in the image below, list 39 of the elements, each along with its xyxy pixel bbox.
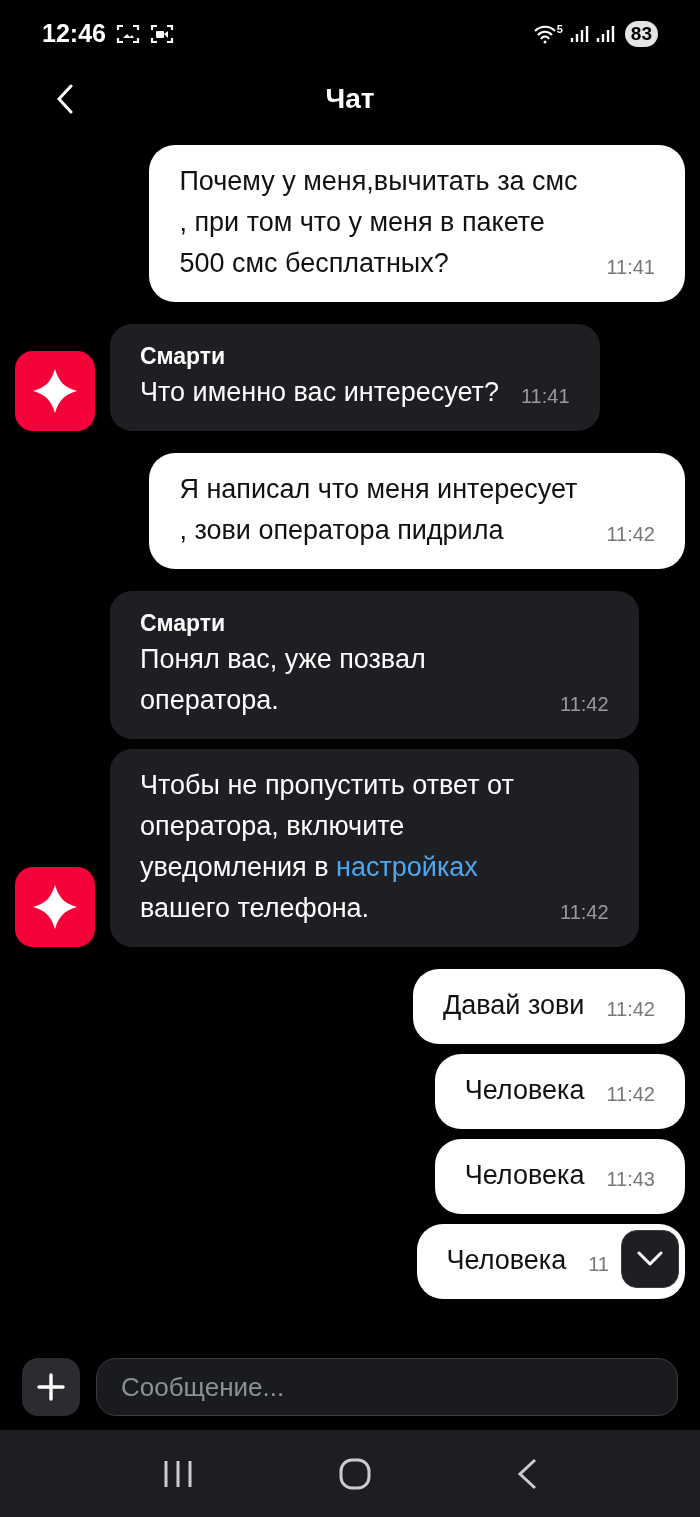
message-time: 11	[588, 1252, 609, 1277]
screen-record-icon	[149, 22, 174, 45]
page-title: Чат	[325, 82, 375, 116]
home-icon[interactable]	[338, 1456, 372, 1491]
clock: 12:46	[42, 17, 106, 49]
message-text: Давай зови	[442, 989, 585, 1022]
message-time: 11:41	[606, 255, 655, 280]
back-icon[interactable]	[516, 1457, 538, 1490]
wifi-icon	[532, 23, 557, 44]
chevron-down-icon	[637, 1251, 663, 1267]
message-text: Что именно вас интересует?	[140, 376, 499, 409]
screenshot-icon	[115, 22, 140, 45]
plus-icon	[37, 1373, 65, 1401]
network-label: 5	[556, 23, 563, 35]
message-time: 11:42	[606, 522, 655, 547]
signal-icon	[594, 23, 615, 44]
message-text: Чтобы не пропустить ответ от оператора, включите уведомления в настройках вашего телефона.	[140, 769, 515, 925]
settings-link[interactable]: настройках	[336, 852, 478, 882]
signal-icon	[568, 23, 589, 44]
back-icon	[57, 84, 73, 114]
sender-name: Смарти	[140, 609, 227, 638]
message-text: Почему у меня,вычитать за смс , при том что у меня в пакете 500 смс бесплатных?	[179, 165, 579, 280]
message-time: 11:41	[520, 384, 570, 409]
message-text: Человека	[464, 1074, 585, 1107]
battery-indicator: 83	[624, 20, 658, 47]
sender-name: Смарти	[140, 342, 227, 371]
message-time: 11:42	[560, 692, 609, 717]
message-time: 11:43	[606, 1167, 655, 1192]
add-button[interactable]	[22, 1358, 80, 1416]
message-text: Я написал что меня интересует , зови оператора пидрила	[179, 473, 579, 547]
scroll-down-button[interactable]	[621, 1230, 679, 1288]
message-time: 11:42	[606, 1082, 655, 1107]
message-text: Понял вас, уже позвал оператора.	[140, 643, 427, 717]
recent-apps-icon[interactable]	[162, 1458, 194, 1489]
message-time: 11:42	[560, 900, 609, 925]
message-time: 11:42	[606, 997, 655, 1022]
message-text: Человека	[446, 1244, 567, 1277]
message-input[interactable]: Сообщение...	[96, 1358, 678, 1416]
message-text: Человека	[464, 1159, 585, 1192]
